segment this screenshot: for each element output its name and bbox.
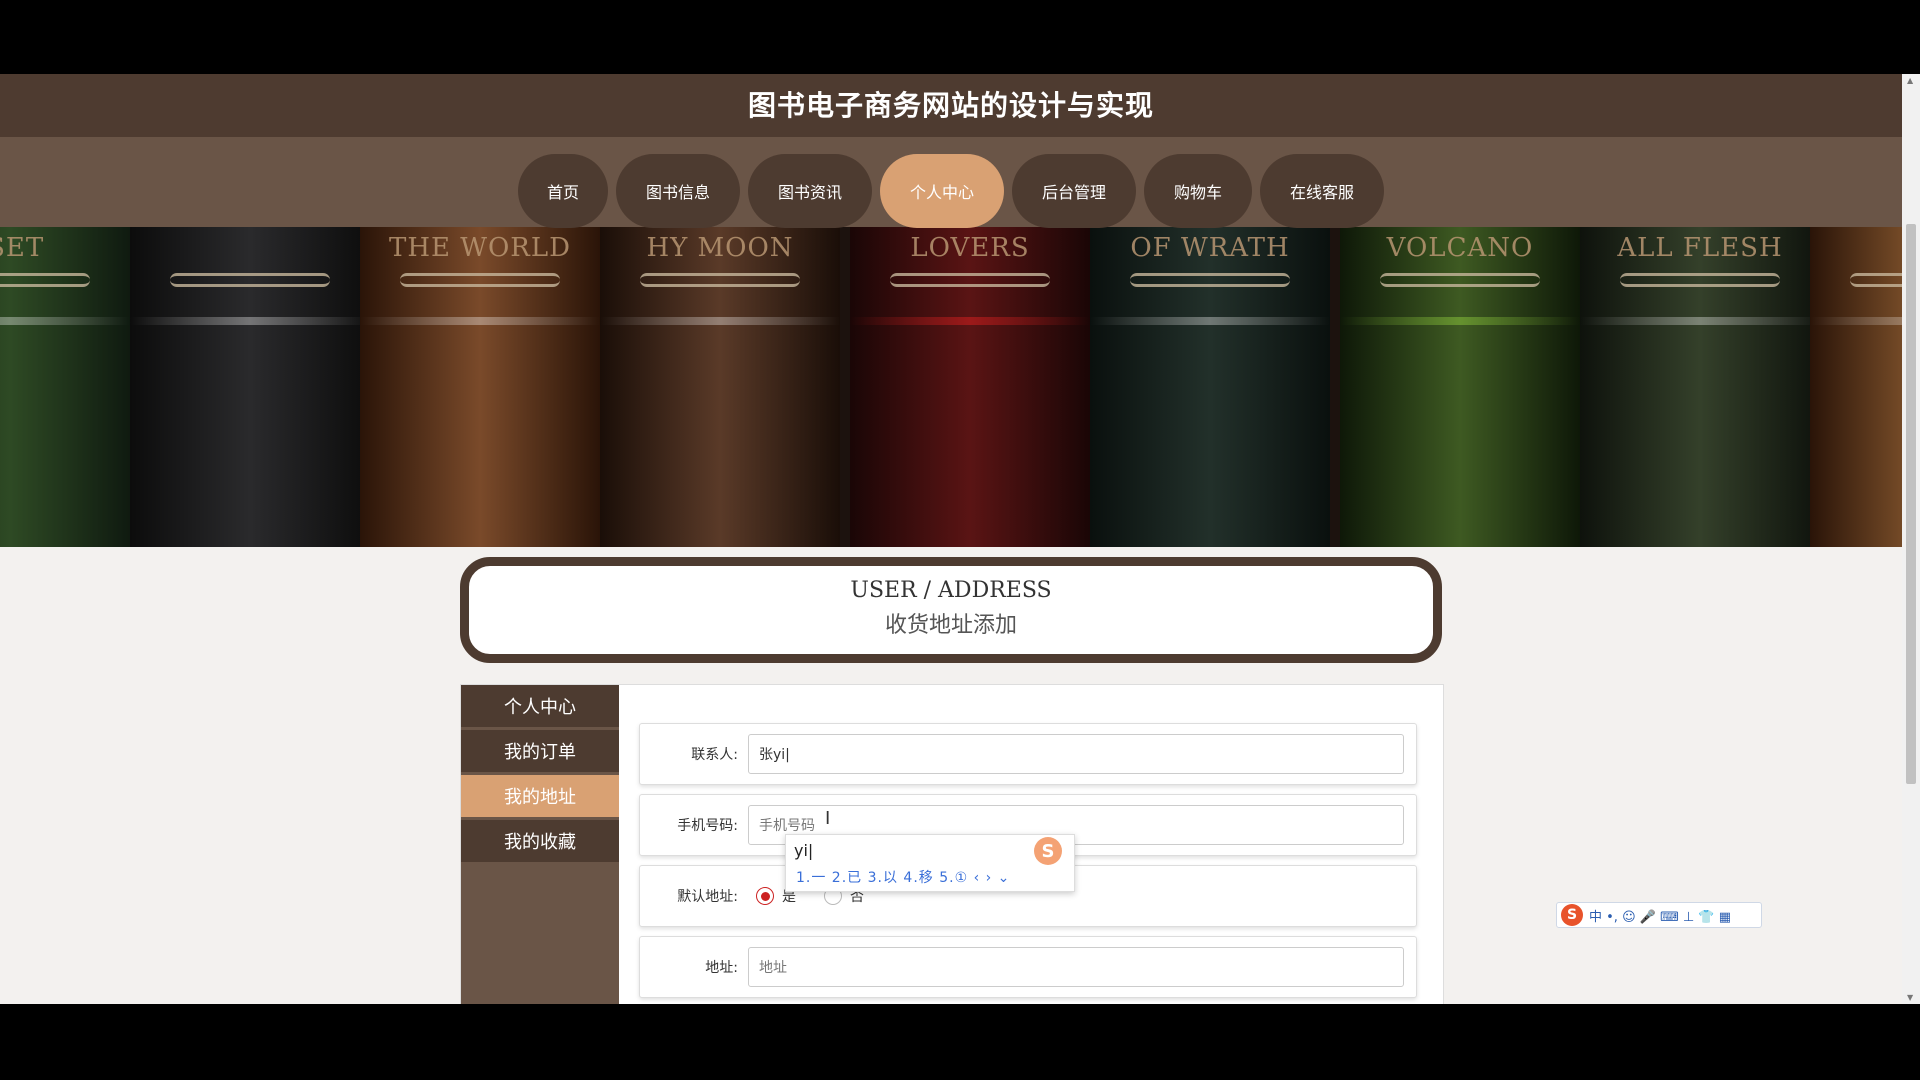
form-row-contact: 联系人: 张yi| xyxy=(639,723,1417,785)
nav-customer-service[interactable]: 在线客服 xyxy=(1260,154,1384,228)
book-spine: VOLCANO xyxy=(1340,227,1580,547)
page-title-en: USER / ADDRESS xyxy=(850,578,1052,603)
page-title-cn: 收货地址添加 xyxy=(884,613,1017,638)
book-spine: ISET xyxy=(0,227,130,547)
scroll-down-icon[interactable]: ▼ xyxy=(1907,993,1913,1002)
sidebar-item-favorites[interactable]: 我的收藏 xyxy=(461,820,619,862)
site-header: 图书电子商务网站的设计与实现 xyxy=(0,74,1902,137)
nav-cart[interactable]: 购物车 xyxy=(1144,154,1252,228)
nav-home[interactable]: 首页 xyxy=(518,154,608,228)
page-title-box: USER / ADDRESS 收货地址添加 xyxy=(460,557,1442,663)
nav-user-center[interactable]: 个人中心 xyxy=(880,154,1004,228)
ime-composition: yi| xyxy=(794,841,814,860)
scroll-thumb[interactable] xyxy=(1906,224,1916,784)
sidebar-item-orders[interactable]: 我的订单 xyxy=(461,730,619,772)
sogou-logo-icon: S xyxy=(1034,837,1062,865)
sogou-icon: S xyxy=(1561,904,1583,926)
nav-admin[interactable]: 后台管理 xyxy=(1012,154,1136,228)
main-nav: 首页 图书信息 图书资讯 个人中心 后台管理 购物车 在线客服 xyxy=(0,154,1902,228)
page-scrollbar[interactable]: ▲ ▼ xyxy=(1902,74,1920,1004)
contact-input[interactable]: 张yi| xyxy=(748,734,1404,774)
book-spine xyxy=(130,227,370,547)
hero-banner: ISET THE WORLD HY MOON LOVERS OF WRATH V… xyxy=(0,227,1902,547)
user-sidebar: 个人中心 我的订单 我的地址 我的收藏 xyxy=(461,685,619,1004)
text-cursor-icon: I xyxy=(825,808,831,829)
nav-book-info[interactable]: 图书信息 xyxy=(616,154,740,228)
contact-label: 联系人: xyxy=(691,747,738,763)
nav-book-news[interactable]: 图书资讯 xyxy=(748,154,872,228)
address-input[interactable]: 地址 xyxy=(748,947,1404,987)
site-title: 图书电子商务网站的设计与实现 xyxy=(747,89,1154,122)
sidebar-item-addresses[interactable]: 我的地址 xyxy=(461,775,619,817)
sidebar-item-user-center[interactable]: 个人中心 xyxy=(461,685,619,727)
ime-toolbar-items[interactable]: 中 •, ☺ 🎤 ⌨ ⊥ 👕 ▦ xyxy=(1589,906,1731,925)
book-spine: HY MOON xyxy=(600,227,840,547)
ime-candidates[interactable]: 1.一 2.已 3.以 4.移 5.① ‹ › ⌄ xyxy=(796,867,1010,887)
book-spine: ALL FLESH xyxy=(1580,227,1820,547)
book-spine: THE WORLD xyxy=(360,227,600,547)
browser-viewport: 图书电子商务网站的设计与实现 首页 图书信息 图书资讯 个人中心 后台管理 购物… xyxy=(0,74,1920,1004)
scroll-up-icon[interactable]: ▲ xyxy=(1907,76,1913,85)
default-yes-radio[interactable] xyxy=(756,887,774,905)
ime-toolbar[interactable]: S 中 •, ☺ 🎤 ⌨ ⊥ 👕 ▦ xyxy=(1556,902,1762,928)
book-spine xyxy=(1810,227,1902,547)
address-label: 地址: xyxy=(705,960,738,976)
ime-candidate-popup: yi| 1.一 2.已 3.以 4.移 5.① ‹ › ⌄ S xyxy=(785,834,1075,892)
default-address-label: 默认地址: xyxy=(677,889,738,905)
phone-label: 手机号码: xyxy=(677,818,738,834)
book-spine: LOVERS xyxy=(850,227,1090,547)
book-spine: OF WRATH xyxy=(1090,227,1330,547)
form-row-address: 地址: 地址 xyxy=(639,936,1417,998)
